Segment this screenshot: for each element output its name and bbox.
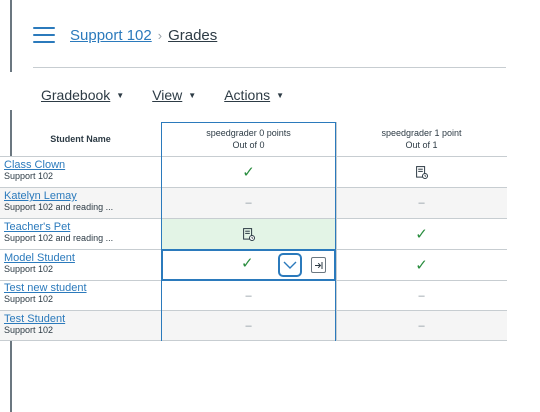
gradebook-toolbar: Gradebook ▼ View ▼ Actions ▼ — [41, 87, 312, 103]
student-section: Support 102 — [4, 264, 54, 274]
grade-cell[interactable] — [336, 157, 507, 187]
student-cell: Model Student Support 102 — [4, 253, 159, 275]
student-cell: Test Student Support 102 — [4, 314, 159, 336]
assignment-points: Out of 0 — [232, 140, 265, 150]
no-grade-dash: – — [418, 319, 425, 332]
chevron-down-icon — [283, 261, 297, 269]
grade-cell[interactable]: ✓ — [161, 157, 336, 187]
grade-cell[interactable]: – — [336, 281, 507, 310]
student-section: Support 102 and reading ... — [4, 233, 114, 243]
student-section: Support 102 — [4, 294, 54, 304]
actions-menu-label: Actions — [224, 87, 271, 103]
gradebook-grid: Student Name speedgrader 0 points Out of… — [0, 122, 507, 341]
caret-down-icon: ▼ — [276, 90, 285, 100]
caret-down-icon: ▼ — [116, 90, 125, 100]
grade-cell[interactable]: – — [161, 281, 336, 310]
student-name-link[interactable]: Teacher's Pet — [4, 222, 159, 233]
student-section: Support 102 — [4, 171, 54, 181]
actions-menu[interactable]: Actions ▼ — [224, 87, 284, 103]
breadcrumb-course-link[interactable]: Support 102 — [70, 27, 152, 44]
no-grade-dash: – — [245, 197, 252, 209]
no-grade-dash: – — [418, 289, 425, 302]
grade-cell[interactable]: – — [336, 311, 507, 340]
no-grade-dash: – — [245, 319, 252, 332]
assignment-title: speedgrader 0 points — [206, 128, 291, 138]
assignment-header-speedgrader-0[interactable]: speedgrader 0 points Out of 0 — [161, 122, 336, 156]
no-grade-dash: – — [245, 289, 252, 302]
student-name-link[interactable]: Test new student — [4, 283, 159, 294]
grade-cell[interactable]: – — [336, 188, 507, 218]
breadcrumb: Support 102 › Grades — [33, 22, 217, 48]
student-cell: Test new student Support 102 — [4, 283, 159, 305]
pending-review-icon — [242, 227, 255, 241]
grade-cell[interactable]: ✓ — [336, 219, 507, 249]
student-cell: Class Clown Support 102 — [4, 160, 159, 182]
student-section: Support 102 — [4, 325, 54, 335]
assignment-title: speedgrader 1 point — [381, 128, 462, 138]
grid-line — [0, 340, 507, 341]
complete-check-icon: ✓ — [415, 225, 428, 243]
header-divider — [33, 67, 506, 68]
caret-down-icon: ▼ — [188, 90, 197, 100]
student-section: Support 102 and reading ... — [4, 202, 114, 212]
complete-check-icon: ✓ — [241, 255, 254, 272]
student-name-link[interactable]: Model Student — [4, 253, 159, 264]
grade-cell[interactable]: – — [161, 311, 336, 340]
no-grade-dash: – — [418, 197, 425, 209]
open-grade-tray-button[interactable] — [311, 257, 326, 273]
student-name-link[interactable]: Class Clown — [4, 160, 159, 171]
open-tray-icon — [315, 261, 323, 269]
gradebook-menu-label: Gradebook — [41, 87, 111, 103]
complete-check-icon: ✓ — [415, 256, 428, 274]
grade-cell[interactable]: ✓ — [336, 250, 507, 280]
breadcrumb-separator: › — [157, 27, 163, 43]
pending-review-icon — [415, 165, 428, 179]
view-menu[interactable]: View ▼ — [152, 87, 196, 103]
view-menu-label: View — [152, 87, 183, 103]
assignment-header-speedgrader-1[interactable]: speedgrader 1 point Out of 1 — [336, 122, 507, 156]
student-name-link[interactable]: Katelyn Lemay — [4, 191, 159, 202]
assignment-points: Out of 1 — [405, 140, 438, 150]
left-edge-rule — [10, 0, 12, 72]
student-name-link[interactable]: Test Student — [4, 314, 159, 325]
student-cell: Katelyn Lemay Support 102 and reading ..… — [4, 191, 159, 213]
gradebook-menu[interactable]: Gradebook ▼ — [41, 87, 124, 103]
grade-toggle-button[interactable] — [278, 253, 302, 277]
grade-cell[interactable]: – — [161, 188, 336, 218]
grade-cell[interactable] — [161, 219, 336, 249]
breadcrumb-current-page[interactable]: Grades — [168, 27, 217, 44]
student-cell: Teacher's Pet Support 102 and reading ..… — [4, 222, 159, 244]
hamburger-icon[interactable] — [33, 27, 55, 43]
student-name-header[interactable]: Student Name — [0, 122, 161, 156]
complete-check-icon: ✓ — [242, 163, 255, 181]
